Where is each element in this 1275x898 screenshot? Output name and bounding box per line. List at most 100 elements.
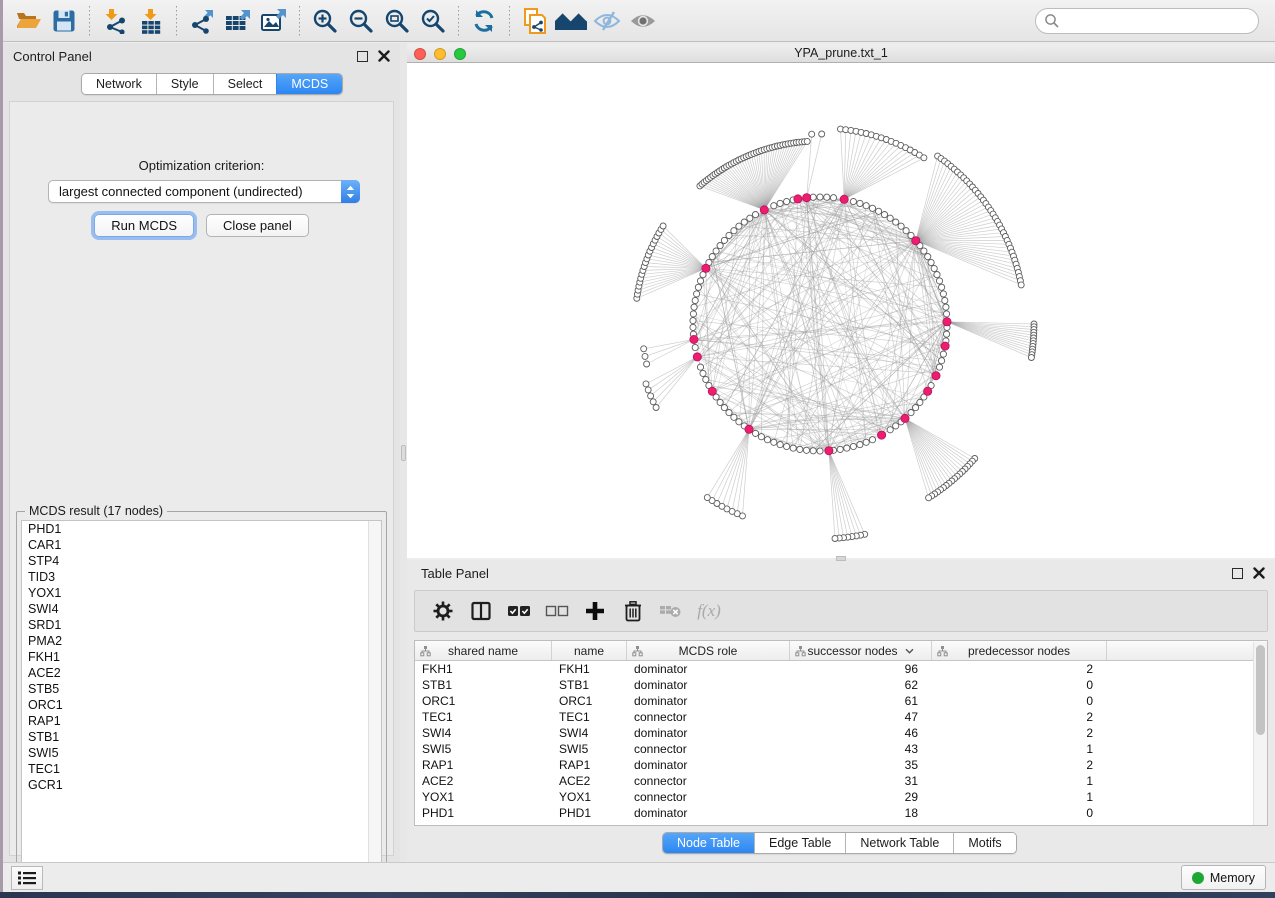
memory-button[interactable]: Memory xyxy=(1181,865,1266,890)
mcds-result-item[interactable]: SWI4 xyxy=(22,601,381,617)
zoom-fit-button[interactable] xyxy=(379,4,415,38)
table-cell[interactable]: dominator xyxy=(627,758,790,772)
table-row[interactable]: YOX1YOX1connector291 xyxy=(415,789,1267,805)
mcds-result-item[interactable]: PMA2 xyxy=(22,633,381,649)
mcds-result-item[interactable]: SWI5 xyxy=(22,745,381,761)
zoom-selected-button[interactable] xyxy=(415,4,451,38)
tab-network-table[interactable]: Network Table xyxy=(845,833,953,853)
table-cell[interactable]: 31 xyxy=(790,774,932,788)
save-session-button[interactable] xyxy=(46,4,82,38)
table-row[interactable]: STB1STB1dominator620 xyxy=(415,677,1267,693)
mcds-result-item[interactable]: ORC1 xyxy=(22,697,381,713)
column-header-MCDS-role[interactable]: MCDS role xyxy=(627,641,790,660)
task-history-button[interactable] xyxy=(11,866,43,890)
mcds-result-item[interactable]: STB1 xyxy=(22,729,381,745)
table-cell[interactable]: 46 xyxy=(790,726,932,740)
tab-edge-table[interactable]: Edge Table xyxy=(754,833,845,853)
tab-network[interactable]: Network xyxy=(82,74,156,94)
table-cell[interactable]: ORC1 xyxy=(552,694,627,708)
table-cell[interactable]: 47 xyxy=(790,710,932,724)
splitter-handle[interactable] xyxy=(401,445,406,461)
table-cell[interactable]: RAP1 xyxy=(415,758,552,772)
function-builder-button[interactable]: f(x) xyxy=(693,595,725,627)
tab-node-table[interactable]: Node Table xyxy=(663,833,754,853)
add-column-button[interactable] xyxy=(579,595,611,627)
close-panel-icon-button[interactable] xyxy=(1252,567,1265,580)
mcds-list-scrollbar[interactable] xyxy=(368,521,381,875)
tab-select[interactable]: Select xyxy=(213,74,277,94)
table-cell[interactable]: PHD1 xyxy=(552,806,627,820)
delete-columns-button[interactable] xyxy=(617,595,649,627)
table-cell[interactable]: connector xyxy=(627,774,790,788)
table-cell[interactable]: 96 xyxy=(790,662,932,676)
show-columns-button[interactable] xyxy=(465,595,497,627)
table-cell[interactable]: ACE2 xyxy=(552,774,627,788)
table-cell[interactable]: 29 xyxy=(790,790,932,804)
tab-style[interactable]: Style xyxy=(156,74,213,94)
table-scrollbar[interactable] xyxy=(1253,642,1267,826)
table-cell[interactable]: 62 xyxy=(790,678,932,692)
table-cell[interactable]: 0 xyxy=(932,694,1107,708)
column-header-successor-nodes[interactable]: successor nodes xyxy=(790,641,932,660)
table-options-button[interactable] xyxy=(427,595,459,627)
table-cell[interactable]: 2 xyxy=(932,726,1107,740)
table-cell[interactable]: YOX1 xyxy=(415,790,552,804)
show-all-button[interactable] xyxy=(625,4,661,38)
column-header-predecessor-nodes[interactable]: predecessor nodes xyxy=(932,641,1107,660)
float-panel-button[interactable] xyxy=(357,51,368,62)
import-table-button[interactable] xyxy=(133,4,169,38)
table-row[interactable]: FKH1FKH1dominator962 xyxy=(415,661,1267,677)
table-cell[interactable]: SWI4 xyxy=(552,726,627,740)
tab-motifs[interactable]: Motifs xyxy=(953,833,1015,853)
first-neighbors-button[interactable] xyxy=(553,4,589,38)
table-cell[interactable]: connector xyxy=(627,710,790,724)
table-cell[interactable]: dominator xyxy=(627,662,790,676)
table-cell[interactable]: 35 xyxy=(790,758,932,772)
horizontal-splitter-handle[interactable] xyxy=(836,556,846,561)
table-cell[interactable]: dominator xyxy=(627,806,790,820)
mcds-result-item[interactable]: YOX1 xyxy=(22,585,381,601)
table-cell[interactable]: 2 xyxy=(932,758,1107,772)
table-cell[interactable]: 0 xyxy=(932,806,1107,820)
network-graph-canvas[interactable] xyxy=(407,63,1275,558)
mcds-result-item[interactable]: CAR1 xyxy=(22,537,381,553)
table-cell[interactable]: 61 xyxy=(790,694,932,708)
table-cell[interactable]: RAP1 xyxy=(552,758,627,772)
mcds-result-item[interactable]: TID3 xyxy=(22,569,381,585)
zoom-in-button[interactable] xyxy=(307,4,343,38)
table-cell[interactable]: TEC1 xyxy=(552,710,627,724)
table-cell[interactable]: TEC1 xyxy=(415,710,552,724)
table-cell[interactable]: FKH1 xyxy=(415,662,552,676)
column-header-name[interactable]: name xyxy=(552,641,627,660)
table-row[interactable]: ACE2ACE2connector311 xyxy=(415,773,1267,789)
export-network-button[interactable] xyxy=(184,4,220,38)
table-cell[interactable]: 43 xyxy=(790,742,932,756)
float-panel-button[interactable] xyxy=(1232,568,1243,579)
mcds-result-item[interactable]: FKH1 xyxy=(22,649,381,665)
import-network-button[interactable] xyxy=(97,4,133,38)
table-row[interactable]: RAP1RAP1dominator352 xyxy=(415,757,1267,773)
mcds-result-item[interactable]: SRD1 xyxy=(22,617,381,633)
table-cell[interactable]: 2 xyxy=(932,710,1107,724)
table-cell[interactable]: dominator xyxy=(627,694,790,708)
mcds-result-item[interactable]: STP4 xyxy=(22,553,381,569)
run-mcds-button[interactable]: Run MCDS xyxy=(94,214,194,237)
window-close-button[interactable] xyxy=(414,48,426,60)
criterion-select[interactable]: largest connected component (undirected) xyxy=(48,180,360,203)
search-input[interactable] xyxy=(1060,11,1258,31)
delete-table-button[interactable] xyxy=(655,595,687,627)
open-file-button[interactable] xyxy=(10,4,46,38)
table-cell[interactable]: 1 xyxy=(932,774,1107,788)
table-cell[interactable]: YOX1 xyxy=(552,790,627,804)
mcds-result-item[interactable]: PHD1 xyxy=(22,521,381,537)
vertical-splitter[interactable] xyxy=(400,43,407,862)
table-cell[interactable]: 1 xyxy=(932,742,1107,756)
table-scrollbar-thumb[interactable] xyxy=(1256,645,1265,735)
hide-selected-button[interactable] xyxy=(589,4,625,38)
table-cell[interactable]: SWI4 xyxy=(415,726,552,740)
table-row[interactable]: PHD1PHD1dominator180 xyxy=(415,805,1267,821)
window-zoom-button[interactable] xyxy=(454,48,466,60)
select-all-button[interactable] xyxy=(503,595,535,627)
table-cell[interactable]: SWI5 xyxy=(415,742,552,756)
table-cell[interactable]: dominator xyxy=(627,726,790,740)
